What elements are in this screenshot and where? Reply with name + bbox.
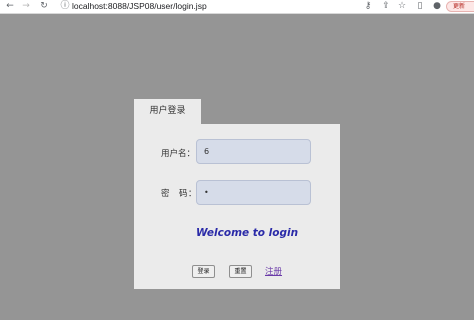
username-input[interactable]: [196, 139, 311, 164]
share-icon[interactable]: ⇪: [380, 0, 392, 13]
tab-label: 用户登录: [149, 106, 186, 116]
username-label: 用户名：: [161, 149, 196, 159]
back-icon[interactable]: ←: [4, 0, 16, 13]
password-input[interactable]: [196, 180, 311, 205]
browser-toolbar: ← → ↻ ⓘ localhost:8088/JSP08/user/login.…: [0, 0, 474, 14]
reload-icon[interactable]: ↻: [38, 0, 50, 13]
star-icon[interactable]: ☆: [396, 0, 408, 13]
reset-button[interactable]: 重置: [229, 265, 252, 278]
forward-icon[interactable]: →: [20, 0, 32, 13]
register-link[interactable]: 注册: [265, 265, 282, 277]
address-bar[interactable]: localhost:8088/JSP08/user/login.jsp: [72, 0, 207, 13]
password-label: 密 码：: [161, 189, 198, 199]
login-button[interactable]: 登录: [192, 265, 215, 278]
tab-user-login[interactable]: 用户登录: [134, 99, 201, 124]
update-button[interactable]: 更新: [446, 1, 474, 12]
profile-icon[interactable]: ●: [431, 0, 443, 13]
welcome-text: Welcome to login: [196, 227, 299, 239]
key-icon[interactable]: ⚷: [362, 0, 374, 13]
side-panel-icon[interactable]: ▯: [414, 0, 426, 13]
site-info-icon[interactable]: ⓘ: [59, 0, 71, 13]
